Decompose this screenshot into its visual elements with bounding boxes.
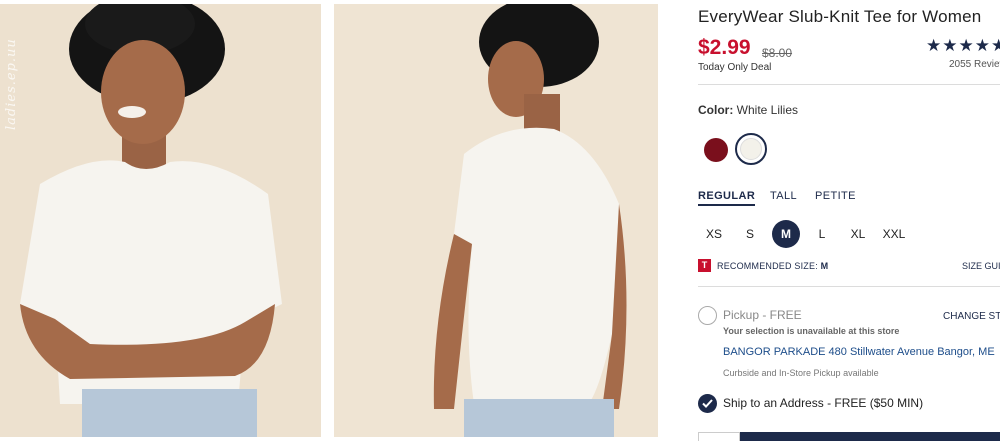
change-store-link[interactable]: CHANGE STORE	[943, 311, 1000, 322]
size-l[interactable]: L	[808, 220, 836, 248]
color-value: White Lilies	[736, 103, 799, 117]
divider	[698, 286, 1000, 287]
tab-regular[interactable]: REGULAR	[698, 190, 756, 206]
swatch-white-inner	[740, 138, 762, 160]
pickup-label[interactable]: Pickup - FREE	[723, 308, 802, 322]
swatch-red[interactable]	[704, 138, 728, 162]
recommended-badge-icon: T	[698, 259, 711, 272]
size-xxl[interactable]: XXL	[880, 220, 908, 248]
sale-price: $2.99	[698, 36, 751, 59]
product-photo-back[interactable]	[334, 4, 658, 437]
color-label-row: Color: White Lilies	[698, 103, 798, 117]
size-guide-link[interactable]: SIZE GUIDE	[962, 261, 1000, 271]
quantity-box[interactable]	[698, 432, 740, 441]
size-m-selected[interactable]: M	[772, 220, 800, 248]
recommended-label: RECOMMENDED SIZE:	[717, 261, 818, 271]
color-label: Color:	[698, 103, 734, 117]
ship-radio-checked-icon[interactable]	[698, 394, 717, 413]
curbside-note: Curbside and In-Store Pickup available	[723, 368, 879, 378]
pickup-radio[interactable]	[698, 306, 717, 325]
ship-to-address-label[interactable]: Ship to an Address - FREE ($50 MIN)	[723, 396, 923, 410]
tab-petite[interactable]: PETITE	[815, 190, 856, 202]
tab-tall[interactable]: TALL	[770, 190, 797, 202]
store-name-link[interactable]: BANGOR PARKADE 480 Stillwater Avenue Ban…	[723, 346, 995, 358]
recommended-size: RECOMMENDED SIZE: M	[717, 261, 828, 271]
unavailable-message: Your selection is unavailable at this st…	[723, 326, 900, 336]
size-xs[interactable]: XS	[700, 220, 728, 248]
swatch-white-selected[interactable]	[735, 133, 767, 165]
watermark-text: ladies.ep.uu	[4, 38, 19, 130]
product-details-panel: EveryWear Slub-Knit Tee for Women $2.99 …	[698, 0, 1000, 441]
product-photo-front[interactable]: ladies.ep.uu	[0, 4, 321, 437]
rating-stars-icon[interactable]: ★★★★★	[926, 36, 1000, 56]
size-xl[interactable]: XL	[844, 220, 872, 248]
divider	[698, 84, 1000, 85]
deal-label: Today Only Deal	[698, 62, 772, 73]
original-price: $8.00	[762, 46, 793, 60]
product-title: EveryWear Slub-Knit Tee for Women	[698, 7, 982, 26]
size-s[interactable]: S	[736, 220, 764, 248]
reviews-link[interactable]: 2055 Reviews	[949, 59, 1000, 70]
recommended-size-value: M	[820, 261, 829, 271]
add-to-bag-button[interactable]	[740, 432, 1000, 441]
